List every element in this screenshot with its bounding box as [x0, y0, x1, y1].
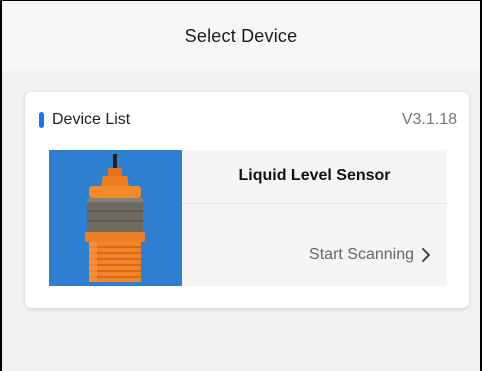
page-title: Select Device — [184, 25, 298, 46]
device-item[interactable]: Liquid Level Sensor Start Scanning — [49, 150, 447, 286]
device-list-header: Device List V3.1.18 — [25, 110, 469, 130]
app-window: Select Device Device List V3.1.18 Liquid… — [0, 0, 482, 371]
liquid-level-sensor-image — [85, 154, 145, 282]
device-list-card: Device List V3.1.18 Liquid Level Sensor … — [25, 92, 469, 308]
device-image — [49, 150, 182, 286]
section-accent-bar — [39, 112, 44, 128]
device-info-panel: Liquid Level Sensor Start Scanning — [182, 150, 447, 286]
device-list-title: Device List — [52, 111, 131, 128]
version-label: V3.1.18 — [401, 111, 457, 128]
start-scanning-label: Start Scanning — [309, 246, 414, 263]
chevron-right-icon — [422, 248, 430, 262]
start-scanning-button[interactable]: Start Scanning — [309, 246, 433, 264]
device-name: Liquid Level Sensor — [238, 167, 391, 184]
top-bar: Select Device — [2, 1, 480, 71]
divider — [182, 203, 447, 204]
